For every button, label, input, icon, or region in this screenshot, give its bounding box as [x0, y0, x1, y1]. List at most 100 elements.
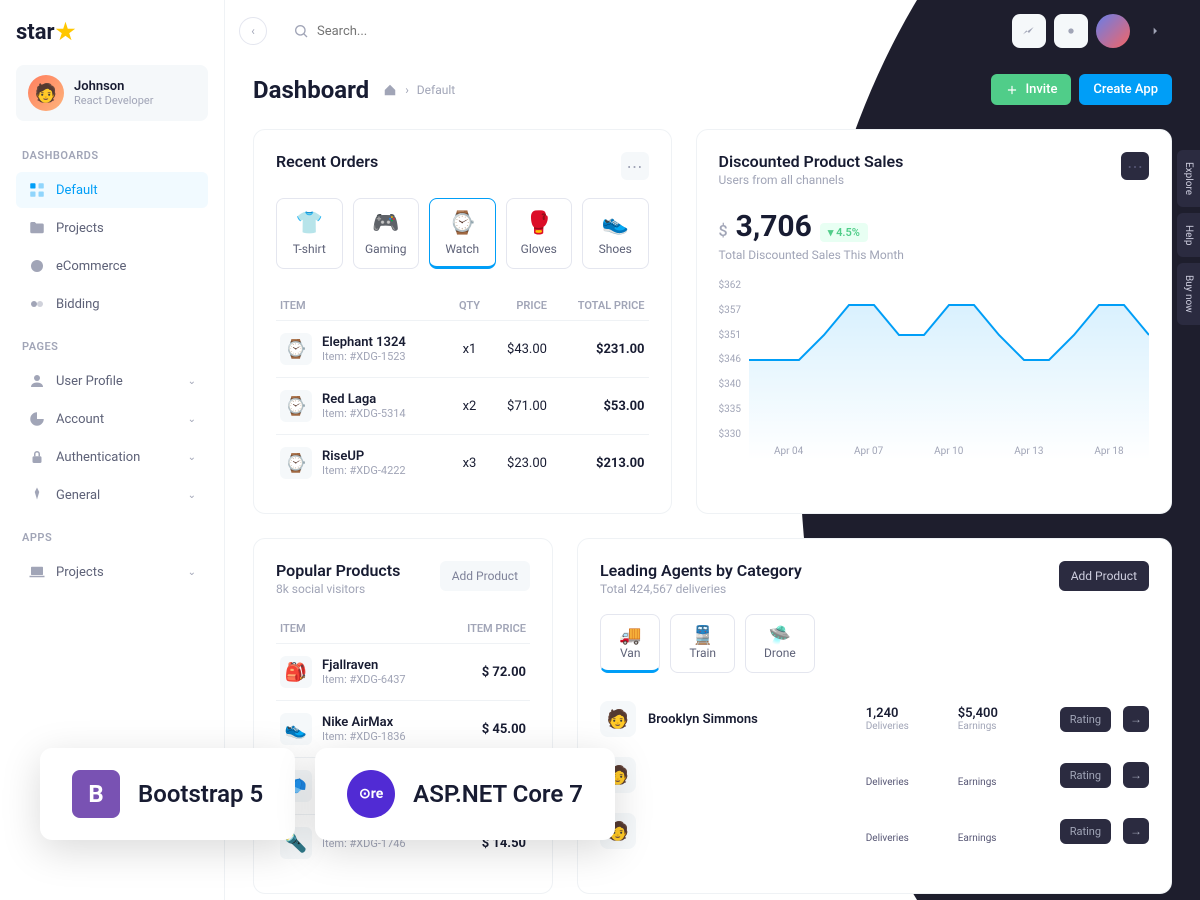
item-sku: Item: #XDG-6437: [322, 673, 406, 686]
sidebar-item-bidding[interactable]: Bidding: [16, 286, 208, 322]
arrow-button[interactable]: →: [1123, 706, 1149, 732]
sidebar-item-apps-projects[interactable]: Projects ⌄: [16, 554, 208, 590]
agent-tab-van[interactable]: 🚚Van: [600, 614, 660, 673]
tab-gloves[interactable]: 🥊Gloves: [506, 198, 573, 269]
back-button[interactable]: ‹: [239, 17, 267, 45]
product-thumb: ⌚: [280, 447, 312, 479]
agent-name: Zuid Area: [648, 824, 854, 839]
agent-tab-drone[interactable]: 🛸Drone: [745, 614, 815, 673]
col-qty: QTY: [451, 291, 489, 321]
item-price: $23.00: [488, 435, 551, 492]
agent-row[interactable]: 🧑 Zuid Area 357Deliveries $2,737Earnings…: [600, 803, 1149, 859]
tab-watch[interactable]: ⌚Watch: [429, 198, 496, 269]
sidebar-item-label: Account: [56, 412, 104, 427]
right-tab-help[interactable]: Help: [1177, 213, 1200, 257]
laptop-icon: [28, 563, 46, 581]
agent-row[interactable]: 🧑 Brooklyn Simmons 1,240Deliveries $5,40…: [600, 691, 1149, 747]
agent-name: Brooklyn Simmons: [648, 712, 854, 727]
discount-subtitle: Users from all channels: [719, 173, 904, 187]
item-sku: Item: #XDG-1523: [322, 350, 406, 363]
discount-title: Discounted Product Sales: [719, 152, 904, 171]
agent-avatar: 🧑: [600, 701, 636, 737]
gavel-icon: [28, 295, 46, 313]
sidebar-item-user-profile[interactable]: User Profile ⌄: [16, 363, 208, 399]
right-tab-buy[interactable]: Buy now: [1177, 263, 1200, 325]
card-menu-button[interactable]: ⋯: [621, 152, 649, 180]
sidebar-item-label: eCommerce: [56, 259, 126, 274]
col-total: TOTAL PRICE: [551, 291, 649, 321]
topbar-chart-icon[interactable]: [1012, 14, 1046, 48]
kpi-caption: Total Discounted Sales This Month: [719, 248, 1149, 262]
folder-icon: [28, 219, 46, 237]
card-menu-button[interactable]: ⋯: [1121, 152, 1149, 180]
kpi-value: 3,706: [736, 209, 812, 244]
sidebar-item-label: Default: [56, 183, 98, 198]
page-title: Dashboard: [253, 76, 369, 104]
right-tab-explore[interactable]: Explore: [1177, 150, 1200, 207]
sidebar-item-general[interactable]: General ⌄: [16, 477, 208, 513]
rating-button[interactable]: Rating: [1060, 763, 1111, 788]
sidebar-item-ecommerce[interactable]: eCommerce: [16, 248, 208, 284]
col-item: ITEM: [276, 614, 445, 644]
chevron-down-icon: ⌄: [188, 567, 196, 578]
table-row[interactable]: ⌚Elephant 1324Item: #XDG-1523 x1 $43.00 …: [276, 321, 649, 378]
create-app-button[interactable]: Create App: [1079, 74, 1172, 105]
kpi-currency: $: [719, 221, 728, 240]
tab-tshirt[interactable]: 👕T-shirt: [276, 198, 343, 269]
sidebar-item-label: User Profile: [56, 374, 123, 389]
sidebar-item-label: Projects: [56, 565, 104, 580]
logo[interactable]: star★: [16, 20, 208, 45]
chevron-down-icon: ⌄: [188, 376, 196, 387]
table-row[interactable]: 🎒FjallravenItem: #XDG-6437 $ 72.00: [276, 644, 530, 701]
table-row[interactable]: ⌚RiseUPItem: #XDG-4222 x3 $23.00 $213.00: [276, 435, 649, 492]
user-card[interactable]: 🧑 Johnson React Developer: [16, 65, 208, 121]
add-product-button[interactable]: Add Product: [440, 561, 530, 591]
rating-button[interactable]: Rating: [1060, 819, 1111, 844]
dotnet-icon: ⊙re: [347, 770, 395, 818]
gloves-icon: 🥊: [513, 211, 566, 236]
popular-subtitle: 8k social visitors: [276, 582, 400, 596]
plus-icon: [1005, 83, 1019, 97]
recent-orders-title: Recent Orders: [276, 152, 378, 171]
agent-deliveries: 6,074: [866, 762, 946, 777]
product-thumb: ⌚: [280, 390, 312, 422]
invite-button[interactable]: Invite: [991, 74, 1071, 105]
table-row[interactable]: ⌚Red LagaItem: #XDG-5314 x2 $71.00 $53.0…: [276, 378, 649, 435]
agent-tab-train[interactable]: 🚆Train: [670, 614, 735, 673]
item-sku: Item: #XDG-5314: [322, 407, 406, 420]
col-price: ITEM PRICE: [445, 614, 530, 644]
lock-icon: [28, 448, 46, 466]
sidebar-item-authentication[interactable]: Authentication ⌄: [16, 439, 208, 475]
shoes-icon: 👟: [589, 211, 642, 236]
product-thumb: 🎒: [280, 656, 312, 688]
col-item: ITEM: [276, 291, 451, 321]
item-qty: x3: [451, 435, 489, 492]
topbar-exit-icon[interactable]: [1138, 14, 1172, 48]
tab-gaming[interactable]: 🎮Gaming: [353, 198, 420, 269]
sidebar-item-default[interactable]: Default: [16, 172, 208, 208]
item-name: Nike AirMax: [322, 715, 406, 730]
tab-shoes[interactable]: 👟Shoes: [582, 198, 649, 269]
topbar-avatar[interactable]: [1096, 14, 1130, 48]
topbar-theme-icon[interactable]: [1054, 14, 1088, 48]
arrow-button[interactable]: →: [1123, 818, 1149, 844]
chevron-down-icon: ⌄: [188, 452, 196, 463]
popular-title: Popular Products: [276, 561, 400, 580]
agent-earnings: $5,400: [958, 706, 1048, 721]
user-role: React Developer: [74, 94, 153, 107]
van-icon: 🚚: [619, 625, 641, 646]
agent-earnings: $174,074: [958, 762, 1048, 777]
sidebar-item-projects[interactable]: Projects: [16, 210, 208, 246]
sidebar-item-account[interactable]: Account ⌄: [16, 401, 208, 437]
agent-row[interactable]: 🧑 6,074Deliveries $174,074Earnings Ratin…: [600, 747, 1149, 803]
watch-icon: ⌚: [436, 211, 489, 236]
agent-earnings: $2,737: [958, 818, 1048, 833]
search-input[interactable]: [317, 24, 617, 39]
arrow-button[interactable]: →: [1123, 762, 1149, 788]
rating-button[interactable]: Rating: [1060, 707, 1111, 732]
tech-badge-bootstrap: B Bootstrap 5: [40, 748, 295, 840]
sidebar-item-label: Bidding: [56, 297, 100, 312]
item-qty: x2: [451, 378, 489, 435]
item-total: $231.00: [551, 321, 649, 378]
add-product-button[interactable]: Add Product: [1059, 561, 1149, 591]
